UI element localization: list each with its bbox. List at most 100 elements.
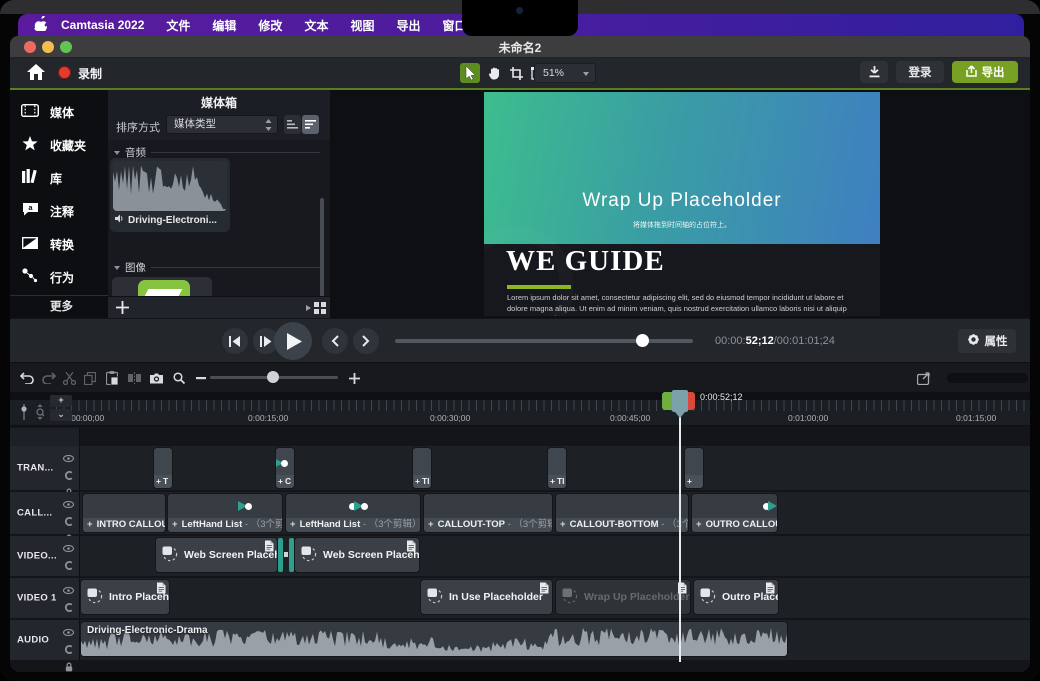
media-bin-scrollbar[interactable] bbox=[320, 198, 324, 303]
menu-item-2[interactable]: 修改 bbox=[258, 17, 282, 34]
playhead-grip[interactable] bbox=[672, 390, 688, 412]
app-menu[interactable]: Camtasia 2022 bbox=[61, 18, 144, 32]
track-header-video1[interactable]: VIDEO 1 bbox=[10, 578, 80, 618]
track-magnet-icon[interactable] bbox=[64, 467, 73, 485]
media-item-audio[interactable]: Driving-Electroni... bbox=[110, 158, 230, 232]
record-icon[interactable] bbox=[58, 66, 71, 79]
playhead-out-handle[interactable] bbox=[688, 392, 695, 410]
add-media-button[interactable] bbox=[116, 301, 129, 319]
record-label[interactable]: 录制 bbox=[78, 65, 102, 82]
sort-ascending-button[interactable] bbox=[284, 115, 301, 134]
track-header-screen[interactable]: VIDEO... bbox=[10, 536, 80, 576]
download-button[interactable] bbox=[860, 61, 888, 83]
track-magnet-icon[interactable] bbox=[64, 641, 73, 659]
sidebar-item-transitions[interactable]: 转换 bbox=[10, 228, 108, 261]
home-button[interactable] bbox=[26, 63, 48, 83]
transition-clip[interactable]: TI bbox=[547, 447, 567, 489]
export-button[interactable]: 导出 bbox=[952, 61, 1018, 83]
placeholder-clip[interactable]: Wrap Up Placeholder bbox=[555, 579, 691, 615]
zoom-out-button[interactable] bbox=[192, 370, 210, 386]
sidebar-item-favorites[interactable]: 收藏夹 bbox=[10, 129, 108, 162]
track-visibility-icon[interactable] bbox=[63, 581, 74, 599]
pan-hand-tool-button[interactable] bbox=[484, 63, 504, 83]
track-magnet-icon[interactable] bbox=[64, 513, 73, 531]
camera-snapshot-button[interactable] bbox=[147, 370, 165, 386]
sidebar-item-behaviors[interactable]: 行为 bbox=[10, 261, 108, 294]
menu-item-4[interactable]: 视图 bbox=[350, 17, 374, 34]
animation-indicator-icon[interactable] bbox=[765, 501, 777, 511]
scrubber-knob[interactable] bbox=[636, 334, 649, 347]
placeholder-clip[interactable]: In Use Placeholder bbox=[420, 579, 553, 615]
web-screen-clip[interactable]: Web Screen Placeholder bbox=[294, 537, 420, 573]
callout-clip[interactable]: CALLOUT-TOP - （3个剪辑） bbox=[423, 493, 553, 533]
zoom-in-button[interactable] bbox=[345, 370, 363, 386]
menu-item-3[interactable]: 文本 bbox=[304, 17, 328, 34]
animation-indicator-icon[interactable] bbox=[351, 501, 366, 511]
copy-button[interactable] bbox=[81, 370, 99, 386]
sidebar-item-library[interactable]: 库 bbox=[10, 162, 108, 195]
zoom-search-icon[interactable] bbox=[170, 370, 188, 386]
sidebar-item-more[interactable]: 更多 bbox=[10, 295, 108, 318]
apple-menu-icon[interactable] bbox=[34, 16, 47, 34]
sort-descending-button[interactable] bbox=[302, 115, 319, 134]
clip-transition-marker[interactable] bbox=[278, 538, 294, 572]
track-visibility-icon[interactable] bbox=[63, 623, 74, 641]
playhead-line[interactable] bbox=[679, 398, 681, 662]
cursor-tool-button[interactable] bbox=[460, 63, 480, 83]
properties-button[interactable]: 属性 bbox=[958, 329, 1016, 353]
web-screen-clip[interactable]: Web Screen Placeholder bbox=[155, 537, 278, 573]
callout-clip[interactable]: LeftHand List - （3个剪辑） bbox=[285, 493, 421, 533]
play-button[interactable] bbox=[274, 322, 312, 360]
track-visibility-icon[interactable] bbox=[63, 495, 74, 513]
callout-clip[interactable]: OUTRO CALLOUT bbox=[691, 493, 778, 533]
transition-clip[interactable]: T bbox=[153, 447, 173, 489]
step-forward-button[interactable] bbox=[353, 328, 379, 354]
audio-clip[interactable]: Driving-Electronic-Drama bbox=[80, 621, 788, 657]
menu-item-0[interactable]: 文件 bbox=[166, 17, 190, 34]
timeline-horizontal-scrollbar[interactable] bbox=[947, 373, 1028, 383]
login-button[interactable]: 登录 bbox=[896, 61, 944, 83]
split-button[interactable] bbox=[125, 370, 143, 386]
callout-clip[interactable]: CALLOUT-BOTTOM - （3个剪辑） bbox=[555, 493, 689, 533]
track-visibility-icon[interactable] bbox=[63, 449, 74, 467]
crop-tool-button[interactable] bbox=[506, 63, 526, 83]
sidebar-item-media[interactable]: 媒体 bbox=[10, 96, 108, 129]
previous-frame-button[interactable] bbox=[222, 328, 248, 354]
callout-clip[interactable]: LeftHand List - （3个剪辑） bbox=[167, 493, 283, 533]
image-section-header[interactable]: 图像 bbox=[114, 260, 320, 275]
timeline-zoom-knob[interactable] bbox=[267, 371, 279, 383]
placeholder-clip[interactable]: Outro Placeholder bbox=[693, 579, 779, 615]
preview-canvas[interactable]: Wrap Up Placeholder 将媒体拖到时间轴的占位符上。 WE GU… bbox=[484, 92, 880, 316]
transition-clip[interactable] bbox=[684, 447, 704, 489]
detach-timeline-button[interactable] bbox=[915, 370, 933, 386]
add-track-button[interactable]: + bbox=[50, 395, 72, 407]
track-magnet-icon[interactable] bbox=[64, 557, 73, 575]
view-mode-button[interactable] bbox=[306, 302, 326, 314]
playhead-in-handle[interactable] bbox=[662, 392, 672, 410]
undo-button[interactable] bbox=[18, 370, 36, 386]
menu-item-1[interactable]: 编辑 bbox=[212, 17, 236, 34]
placeholder-clip[interactable]: Intro Placeholder bbox=[80, 579, 170, 615]
sidebar-item-annotations[interactable]: a注释 bbox=[10, 195, 108, 228]
track-lock-icon[interactable] bbox=[65, 659, 73, 672]
timeline-ruler[interactable]: 0:00:00;000:00:15;000:00:30;000:00:45;00… bbox=[10, 400, 1030, 426]
transition-clip[interactable]: C bbox=[275, 447, 295, 489]
canvas-zoom-dropdown[interactable]: 51% bbox=[534, 63, 596, 83]
menu-item-5[interactable]: 导出 bbox=[396, 17, 420, 34]
sort-by-dropdown[interactable]: 媒体类型 bbox=[166, 115, 278, 134]
media-item-image[interactable] bbox=[112, 277, 212, 296]
callout-clip[interactable]: INTRO CALLOUT bbox=[82, 493, 166, 533]
track-visibility-icon[interactable] bbox=[63, 539, 74, 557]
animation-indicator-icon[interactable] bbox=[275, 458, 286, 468]
paste-button[interactable] bbox=[103, 370, 121, 386]
animation-indicator-icon[interactable] bbox=[238, 501, 250, 511]
track-header-call[interactable]: CALL... bbox=[10, 492, 80, 534]
step-back-button[interactable] bbox=[322, 328, 348, 354]
track-header-audio[interactable]: AUDIO bbox=[10, 620, 80, 660]
track-zoom-icon[interactable] bbox=[34, 404, 46, 425]
transition-clip[interactable]: TI bbox=[412, 447, 432, 489]
track-magnet-icon[interactable] bbox=[64, 599, 73, 617]
track-height-handle-icon[interactable] bbox=[20, 404, 28, 425]
cut-button[interactable] bbox=[60, 370, 78, 386]
collapse-tracks-button[interactable]: ⌄ bbox=[50, 409, 72, 421]
